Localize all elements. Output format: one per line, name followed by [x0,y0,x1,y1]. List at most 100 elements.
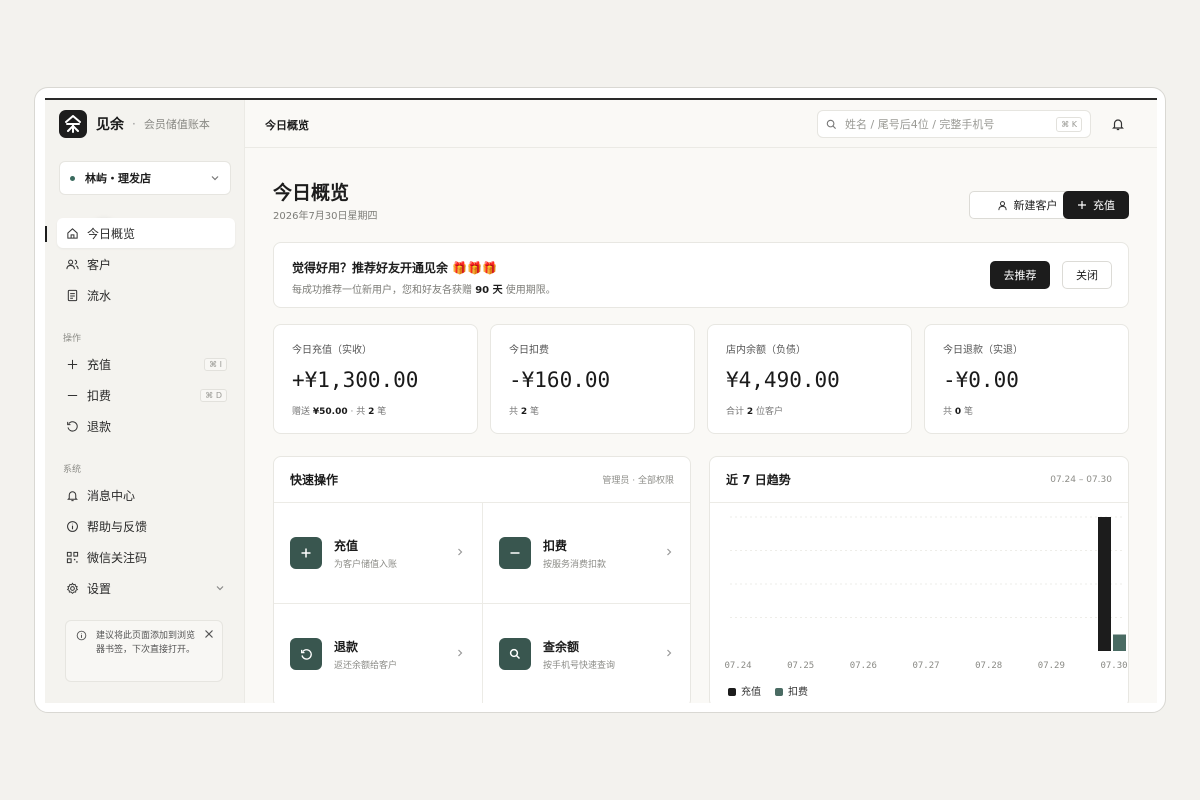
x-tick-label: 07.29 [1038,661,1065,671]
section-label-ops: 操作 [63,334,82,344]
close-banner-button[interactable]: 关闭 [1062,261,1112,289]
quick-action-refund[interactable]: 退款 返还余额给客户 [274,604,482,703]
x-tick-label: 07.25 [787,661,814,671]
quick-action-name: 扣费 [543,538,568,553]
legend-label: 充值 [741,687,761,698]
brand-subtitle: 会员储值账本 [143,118,210,131]
plus-icon [1078,201,1086,209]
foot-text: 赠送 [292,407,311,417]
quick-actions-panel: 快速操作 管理员 · 全部权限 充值 为客户储值入账 扣费 按服务消费扣款 退款… [273,456,691,703]
sidebar-item-ledger[interactable]: 流水 [57,280,235,310]
bar-recharge-07.30[interactable] [1098,517,1111,651]
stat-label: 今日充值（实收） [292,345,372,356]
trend-chart: 07.24 07.25 07.26 07.27 07.28 07.29 07.30 [724,516,1128,671]
home-icon [65,226,79,240]
legend-item-deduct: 扣费 [775,683,808,698]
foot-value: 2 [368,407,375,417]
sidebar-item-label: 客户 [87,257,112,272]
refer-button[interactable]: 去推荐 [990,261,1050,289]
stat-card-deduct: 今日扣费 -¥160.00 共 2 笔 [490,324,695,434]
stat-card-recharge: 今日充值（实收） +¥1,300.00 赠送 ¥50.00 · 共 2 笔 [273,324,478,434]
chevron-right-icon [458,649,463,657]
sidebar-item-help[interactable]: 帮助与反馈 [57,511,235,541]
panel-title: 近 7 日趋势 [726,473,791,487]
search-shortcut: ⌘ K [1056,116,1082,132]
recharge-button[interactable]: 充值 [1063,191,1129,219]
stat-card-refund: 今日退款（实退） -¥0.00 共 0 笔 [924,324,1129,434]
x-tick-label: 07.30 [1100,661,1127,671]
brand-separator: · [132,117,136,131]
x-tick-label: 07.27 [912,661,939,671]
sidebar-item-refund[interactable]: 退款 [57,411,235,441]
foot-value: 2 [520,407,528,417]
stat-footnote: 共 0 笔 [943,404,1110,417]
button-label: 充值 [1093,199,1115,212]
bar-deduct-07.30[interactable] [1113,634,1126,651]
sidebar-item-recharge[interactable]: 充值 ⌘ I [57,349,235,379]
stat-footnote: 共 2 笔 [509,404,676,417]
app-window: 见余 · 会员储值账本 林屿・理发店 今日概览 客户 流水 操作 充值 ⌘ I … [45,98,1157,703]
foot-text: 合计 [726,407,745,417]
sidebar-item-label: 微信关注码 [87,550,148,565]
search-input[interactable] [845,117,1045,131]
trend-panel: 近 7 日趋势 07.24 – 07.30 07.24 07.25 07.26 07.… [709,456,1129,703]
store-selector[interactable]: 林屿・理发店 [59,161,231,195]
sidebar-item-customers[interactable]: 客户 [57,249,235,279]
stat-card-balance: 店内余额（负债） ¥4,490.00 合计 2 位客户 [707,324,912,434]
quick-action-desc: 按服务消费扣款 [543,559,607,570]
stat-value: -¥160.00 [509,368,611,392]
bell-icon[interactable] [1111,116,1125,135]
plus-icon [65,357,79,371]
quick-action-deduct[interactable]: 扣费 按服务消费扣款 [483,503,690,603]
bookmark-tip: 建议将此页面添加到浏览器书签，下次直接打开。 [65,620,223,682]
search-icon [499,638,531,670]
sidebar-item-messages[interactable]: 消息中心 [57,480,235,510]
x-tick-label: 07.26 [850,661,877,671]
stat-footnote: 合计 2 位客户 [726,404,893,417]
chevron-down-icon [216,586,224,591]
legend-swatch [775,688,783,696]
quick-action-desc: 返还余额给客户 [334,660,398,671]
undo-icon [65,419,79,433]
banner-desc-bold: 90 天 [475,285,503,296]
chevron-right-icon [667,548,672,556]
sidebar-item-wechat-qr[interactable]: 微信关注码 [57,542,235,572]
quick-action-balance-lookup[interactable]: 查余额 按手机号快速查询 [483,604,690,703]
foot-text: 笔 [377,407,387,417]
banner-desc-after: 使用期限。 [505,285,556,296]
plus-icon [290,537,322,569]
panel-header: 近 7 日趋势 07.24 – 07.30 [710,457,1128,503]
sidebar-item-deduct[interactable]: 扣费 ⌘ D [57,380,235,410]
user-icon [997,200,1007,210]
tip-text: 建议将此页面添加到浏览器书签，下次直接打开。 [96,631,196,655]
close-icon[interactable] [204,629,214,644]
stat-footnote: 赠送 ¥50.00 · 共 2 笔 [292,404,459,417]
foot-text: · 共 [350,407,366,417]
legend-label: 扣费 [788,687,808,698]
sidebar-item-label: 消息中心 [87,488,136,503]
stat-value: -¥0.00 [943,368,1019,392]
sidebar-item-label: 扣费 [87,388,112,403]
foot-value: ¥50.00 [312,407,348,417]
brand-name: 见余 [96,117,124,133]
stat-label: 今日扣费 [509,345,549,356]
quick-action-name: 充值 [334,538,359,553]
sidebar-item-overview[interactable]: 今日概览 [57,218,235,248]
sidebar-item-label: 帮助与反馈 [87,519,148,534]
brand[interactable]: 见余 · 会员储值账本 [59,110,210,138]
chevron-right-icon [458,548,463,556]
search-box[interactable]: ⌘ K [817,110,1091,138]
sidebar-item-settings[interactable]: 设置 [57,573,235,603]
sidebar-item-label: 流水 [87,288,112,303]
quick-action-recharge[interactable]: 充值 为客户储值入账 [274,503,482,603]
page-date: 2026年7月30日星期四 [273,211,378,222]
section-label-system: 系统 [63,465,82,475]
info-icon [76,630,87,646]
banner-description: 每成功推荐一位新用户，您和好友各获赠 90 天 使用期限。 [292,281,556,296]
sidebar-item-label: 退款 [87,419,112,434]
info-icon [65,519,79,533]
page-title: 今日概览 [273,182,350,204]
chevron-down-icon [211,176,219,181]
referral-banner: 觉得好用？推荐好友开通见余 🎁🎁🎁 每成功推荐一位新用户，您和好友各获赠 90 … [273,242,1129,308]
foot-text: 笔 [964,407,974,417]
